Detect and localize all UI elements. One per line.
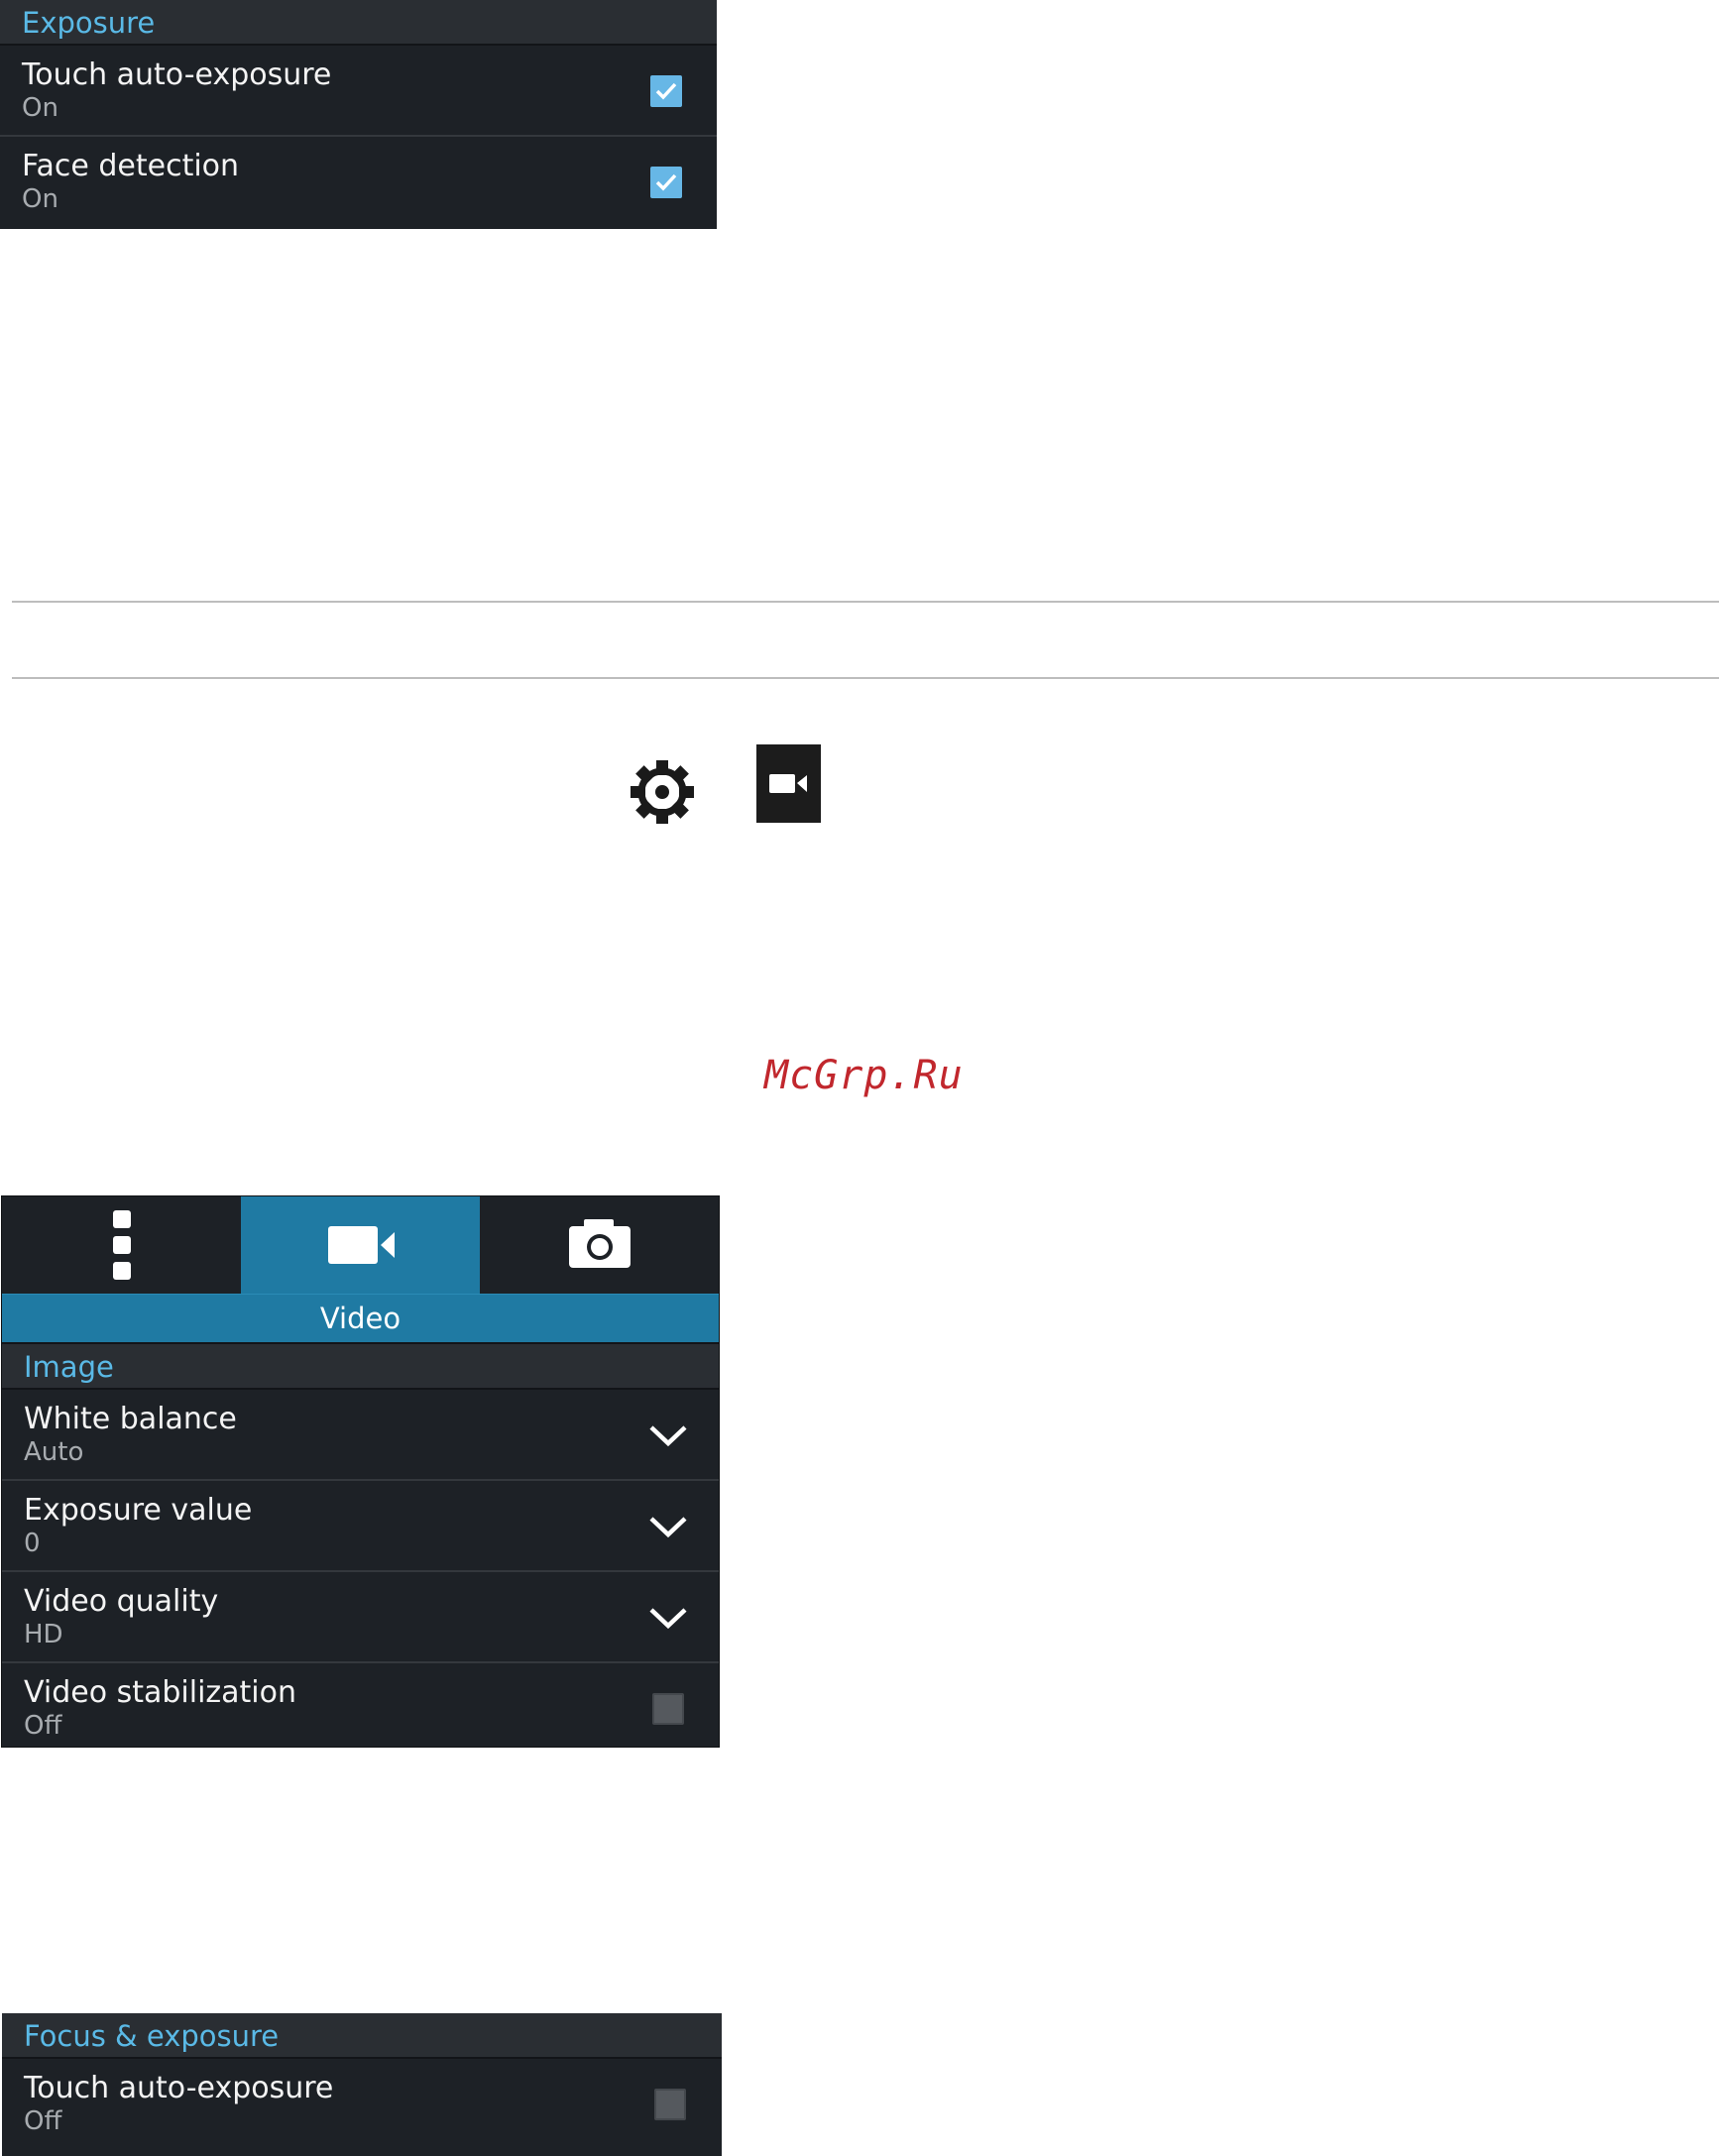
section-header-focus-exposure: Focus & exposure <box>2 2013 722 2059</box>
setting-value: Auto <box>24 1437 84 1467</box>
watermark-text: McGrp.Ru <box>764 1053 964 1098</box>
more-options-icon <box>113 1210 131 1280</box>
checkmark-icon <box>655 173 677 191</box>
exposure-settings-panel: Exposure Touch auto-exposure On Face det… <box>0 0 717 229</box>
touch-auto-exposure-checkbox[interactable] <box>654 2089 686 2120</box>
setting-value: 0 <box>24 1529 41 1558</box>
setting-title: Touch auto-exposure <box>22 57 332 92</box>
tab-camera[interactable] <box>480 1196 719 1294</box>
setting-row-touch-auto-exposure[interactable]: Touch auto-exposure On <box>0 46 717 137</box>
divider-line <box>12 601 1719 603</box>
setting-title: Touch auto-exposure <box>24 2071 334 2105</box>
video-camera-icon <box>328 1226 395 1264</box>
section-header-exposure: Exposure <box>0 0 717 46</box>
video-mode-icon-button <box>756 744 821 823</box>
setting-title: Video stabilization <box>24 1675 297 1710</box>
setting-value: HD <box>24 1620 63 1649</box>
video-camera-icon <box>769 774 807 793</box>
chevron-down-icon[interactable] <box>647 1419 689 1449</box>
setting-value: On <box>22 184 58 214</box>
setting-row-white-balance[interactable]: White balance Auto <box>2 1390 719 1481</box>
setting-title: Exposure value <box>24 1493 253 1528</box>
setting-value: Off <box>24 2106 62 2136</box>
setting-row-touch-auto-exposure[interactable]: Touch auto-exposure Off <box>2 2059 722 2150</box>
face-detection-checkbox[interactable] <box>650 167 682 198</box>
setting-row-face-detection[interactable]: Face detection On <box>0 137 717 228</box>
tab-video[interactable] <box>241 1196 480 1294</box>
setting-row-video-quality[interactable]: Video quality HD <box>2 1572 719 1663</box>
chevron-down-icon[interactable] <box>647 1511 689 1540</box>
setting-title: Face detection <box>22 149 240 183</box>
gear-icon <box>631 760 694 824</box>
mode-title: Video <box>2 1294 719 1344</box>
setting-title: White balance <box>24 1402 237 1436</box>
checkmark-icon <box>655 82 677 100</box>
section-header-image: Image <box>2 1344 719 1390</box>
video-stabilization-checkbox[interactable] <box>652 1693 684 1725</box>
mode-tab-bar <box>2 1196 719 1294</box>
setting-value: On <box>22 93 58 123</box>
setting-title: Video quality <box>24 1584 219 1619</box>
divider-line <box>12 677 1719 679</box>
camera-icon <box>569 1219 631 1268</box>
tab-more-options[interactable] <box>2 1196 241 1294</box>
setting-row-exposure-value[interactable]: Exposure value 0 <box>2 1481 719 1572</box>
setting-row-video-stabilization[interactable]: Video stabilization Off <box>2 1663 719 1747</box>
setting-value: Off <box>24 1711 62 1741</box>
video-settings-panel: Video Image White balance Auto Exposure … <box>1 1195 720 1748</box>
focus-exposure-panel: Focus & exposure Touch auto-exposure Off <box>2 2013 722 2156</box>
chevron-down-icon[interactable] <box>647 1602 689 1632</box>
touch-auto-exposure-checkbox[interactable] <box>650 75 682 107</box>
